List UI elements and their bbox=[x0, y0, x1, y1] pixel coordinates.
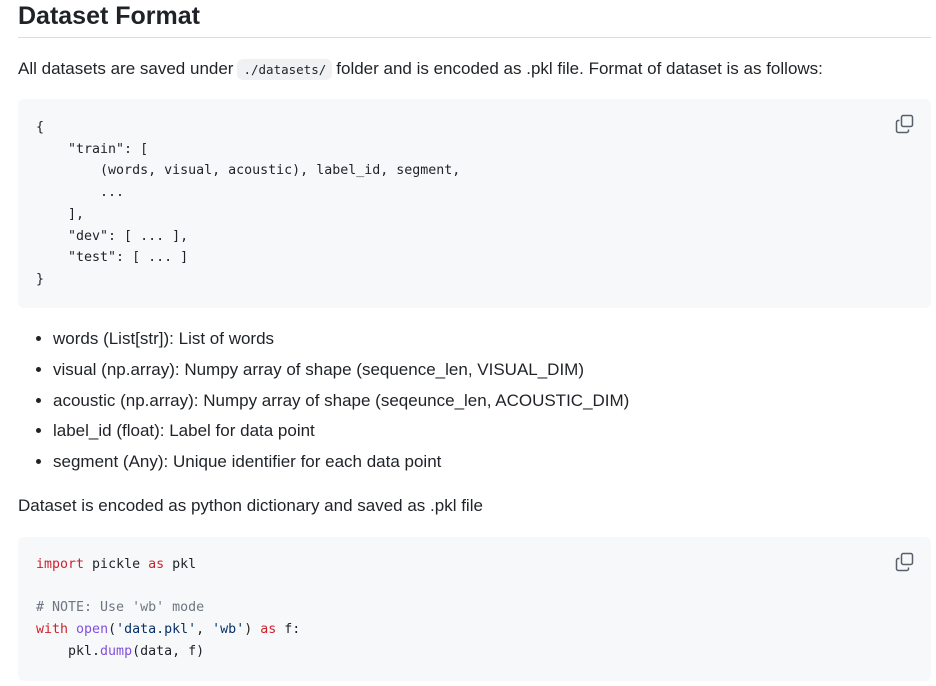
code-line: } bbox=[36, 271, 45, 287]
list-item: segment (Any): Unique identifier for eac… bbox=[53, 450, 629, 481]
markdown-body: Dataset Format All datasets are saved un… bbox=[18, 0, 931, 681]
list-item: label_id (float): Label for data point bbox=[53, 419, 629, 450]
dataset-format-code-block: { "train": [ (words, visual, acoustic), … bbox=[18, 99, 931, 308]
code-line: "dev": [ ... ], bbox=[36, 228, 189, 244]
dataset-format-code: { "train": [ (words, visual, acoustic), … bbox=[36, 117, 460, 291]
datasets-path-code: ./datasets/ bbox=[237, 59, 333, 80]
intro-paragraph: All datasets are saved under ./datasets/f… bbox=[18, 57, 931, 82]
code-line: ... bbox=[36, 185, 125, 201]
list-item: acoustic (np.array): Numpy array of shap… bbox=[53, 389, 629, 420]
copy-icon bbox=[895, 552, 914, 572]
field-list: words (List[str]): List of words visual … bbox=[18, 327, 629, 481]
encoding-note: Dataset is encoded as python dictionary … bbox=[18, 496, 483, 515]
pickle-code-block: import pickle as pkl # NOTE: Use 'wb' mo… bbox=[18, 537, 931, 681]
code-line: ], bbox=[36, 206, 85, 222]
copy-button[interactable] bbox=[895, 114, 915, 134]
intro-text-after: folder and is encoded as .pkl file. Form… bbox=[336, 59, 823, 78]
copy-icon bbox=[895, 114, 914, 134]
copy-button[interactable] bbox=[895, 552, 915, 572]
code-line: { bbox=[36, 120, 45, 135]
intro-text-before: All datasets are saved under bbox=[18, 59, 234, 78]
section-heading: Dataset Format bbox=[18, 0, 931, 38]
pickle-code: import pickle as pkl # NOTE: Use 'wb' mo… bbox=[36, 557, 301, 659]
list-item: words (List[str]): List of words bbox=[53, 327, 629, 358]
code-line: "train": [ bbox=[36, 141, 149, 157]
code-line: "test": [ ... ] bbox=[36, 250, 189, 266]
list-item: visual (np.array): Numpy array of shape … bbox=[53, 358, 629, 389]
code-line: (words, visual, acoustic), label_id, seg… bbox=[36, 163, 461, 179]
